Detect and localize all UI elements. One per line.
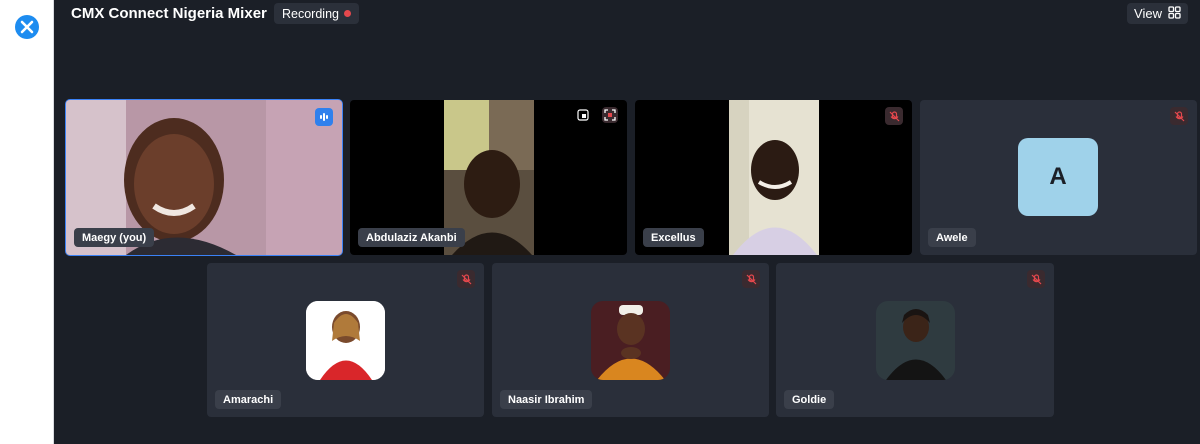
participant-name: Naasir Ibrahim [500,390,593,409]
top-bar: CMX Connect Nigeria Mixer Recording View [54,0,1200,30]
view-button[interactable]: View [1127,3,1188,24]
view-label: View [1134,6,1162,21]
recording-label: Recording [282,6,339,21]
mic-off-icon [742,270,760,288]
participant-tile-amarachi[interactable]: Amarachi [207,263,484,417]
mic-off-icon [1027,270,1045,288]
recording-badge[interactable]: Recording [274,3,359,24]
meeting-stage: CMX Connect Nigeria Mixer Recording View [54,0,1200,444]
audio-level-icon [315,108,333,126]
participant-name: Abdulaziz Akanbi [358,228,465,247]
sidebar [0,0,54,444]
participant-tile-abdulaziz[interactable]: Abdulaziz Akanbi [350,100,627,255]
participant-video [729,100,819,255]
participant-name: Awele [928,228,976,247]
grid-icon [1168,5,1181,22]
participant-tile-excellus[interactable]: Excellus [635,100,912,255]
pin-icon[interactable] [575,107,591,123]
participant-tile-naasir[interactable]: Naasir Ibrahim [492,263,769,417]
mic-off-icon [885,107,903,125]
participant-name: Amarachi [215,390,282,409]
avatar [306,301,385,380]
mic-off-icon [457,270,475,288]
x-logo-icon[interactable] [15,15,39,39]
avatar: A [1018,138,1098,216]
app-window: CMX Connect Nigeria Mixer Recording View [0,0,1200,444]
avatar [876,301,955,380]
participant-name: Excellus [643,228,704,247]
avatar [591,301,670,380]
participant-name: Goldie [784,390,835,409]
mic-off-icon [1170,107,1188,125]
meeting-title: CMX Connect Nigeria Mixer [71,5,267,22]
participant-tile-awele[interactable]: A Awele [920,100,1197,255]
participant-tile-maegy[interactable]: Maegy (you) [65,99,343,256]
recording-dot-icon [343,10,351,17]
participant-name: Maegy (you) [74,228,155,247]
screen-capture-icon[interactable] [602,107,618,123]
participant-tile-goldie[interactable]: Goldie [776,263,1054,417]
